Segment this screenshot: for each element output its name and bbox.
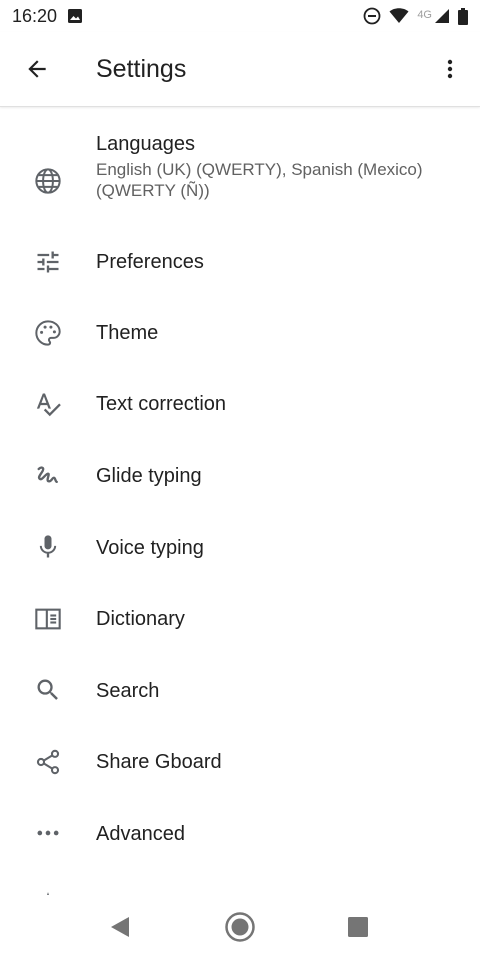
search-icon (34, 676, 62, 704)
status-time: 16:20 (12, 5, 58, 26)
settings-item-title: Theme (96, 322, 159, 344)
settings-item-title: Dictionary (96, 608, 185, 630)
settings-item-search[interactable]: Search (0, 655, 480, 727)
share-icon (34, 748, 62, 776)
settings-item-subtitle: English (UK) (QWERTY), Spanish (Mexico) … (96, 160, 423, 200)
settings-item-voice-typing[interactable]: Voice typing (0, 512, 480, 584)
gesture-icon (34, 462, 62, 490)
mic-icon (34, 533, 62, 561)
more-horiz-icon (34, 819, 62, 847)
settings-item-advanced[interactable]: Advanced (0, 798, 480, 870)
settings-item-languages[interactable]: Languages English (UK) (QWERTY), Spanish… (0, 123, 480, 223)
settings-item-title: Preferences (96, 251, 204, 273)
nav-home-button[interactable] (216, 903, 264, 951)
wifi-icon (389, 8, 409, 24)
settings-item-theme[interactable]: Theme (0, 298, 480, 370)
arrow-back-icon (24, 56, 50, 82)
network-label: 4G (417, 9, 432, 21)
settings-item-title: Voice typing (96, 537, 204, 559)
home-circle-icon (224, 911, 256, 943)
status-left: 16:20 (12, 6, 83, 27)
settings-item-glide-typing[interactable]: Glide typing (0, 441, 480, 513)
settings-item-share-gboard[interactable]: Share Gboard (0, 727, 480, 799)
image-icon (67, 8, 83, 24)
palette-icon (34, 319, 62, 347)
signal-icon (434, 8, 450, 24)
settings-item-partial[interactable] (0, 885, 480, 895)
recents-square-icon (347, 916, 369, 938)
globe-icon (34, 167, 62, 195)
settings-item-title: Advanced (96, 823, 185, 845)
settings-item-title: Text correction (96, 393, 227, 415)
page-title: Settings (96, 54, 187, 83)
settings-list: Languages English (UK) (QWERTY), Spanish… (0, 107, 480, 895)
app-bar: Settings (0, 32, 480, 107)
dnd-icon (363, 7, 381, 25)
status-bar: 16:20 4G (0, 0, 480, 32)
settings-item-text-correction[interactable]: Text correction (0, 369, 480, 441)
status-right: 4G (363, 7, 468, 25)
book-icon (34, 605, 62, 633)
back-button[interactable] (13, 45, 61, 93)
more-options-button[interactable] (426, 45, 474, 93)
more-vert-icon (438, 57, 462, 81)
battery-icon (458, 7, 468, 25)
settings-item-title: Glide typing (96, 465, 202, 487)
settings-item-title: Languages (96, 133, 195, 155)
nav-recents-button[interactable] (334, 903, 382, 951)
back-triangle-icon (109, 915, 131, 939)
settings-item-title: Share Gboard (96, 751, 222, 773)
spellcheck-icon (34, 390, 62, 418)
system-nav-bar (0, 895, 480, 959)
settings-item-preferences[interactable]: Preferences (0, 226, 480, 298)
nav-back-button[interactable] (96, 903, 144, 951)
settings-item-dictionary[interactable]: Dictionary (0, 584, 480, 656)
tune-icon (34, 248, 62, 276)
settings-item-title: Search (96, 680, 160, 702)
